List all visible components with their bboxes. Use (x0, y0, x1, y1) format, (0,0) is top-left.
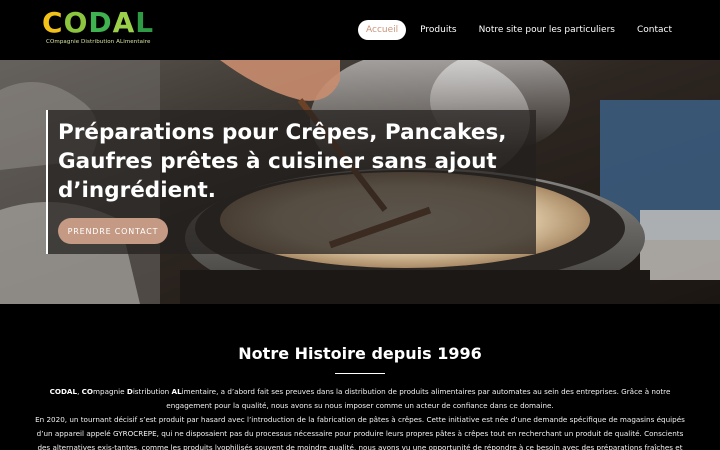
hero-card: Préparations pour Crêpes, Pancakes, Gauf… (46, 110, 536, 254)
nav-item-accueil[interactable]: Accueil (358, 20, 407, 40)
title-divider (335, 373, 385, 374)
history-text: CODAL, COmpagnie Distribution ALimentair… (34, 385, 686, 450)
history-title: Notre Histoire depuis 1996 (238, 344, 482, 363)
brand-name: CODAL (49, 387, 78, 396)
hero-section: Préparations pour Crêpes, Pancakes, Gauf… (0, 60, 720, 304)
nav-item-produits[interactable]: Produits (412, 20, 464, 40)
nav-item-contact[interactable]: Contact (629, 20, 680, 40)
logo-wordmark: CODAL (42, 6, 155, 39)
codal-logo[interactable]: CODAL COmpagnie Distribution ALimentaire (42, 6, 155, 48)
hero-title: Préparations pour Crêpes, Pancakes, Gauf… (58, 120, 507, 203)
logo-tagline: COmpagnie Distribution ALimentaire (46, 39, 151, 45)
contact-cta-button[interactable]: PRENDRE CONTACT (58, 218, 168, 244)
main-nav: Accueil Produits Notre site pour les par… (358, 20, 680, 40)
nav-item-particuliers[interactable]: Notre site pour les particuliers (471, 20, 623, 40)
history-paragraph-2: En 2020, un tournant décisif s’est produ… (35, 415, 685, 450)
history-section: Notre Histoire depuis 1996 CODAL, COmpag… (0, 304, 720, 450)
site-header: CODAL COmpagnie Distribution ALimentaire… (0, 0, 720, 60)
history-paragraph-1: CODAL, COmpagnie Distribution ALimentair… (49, 387, 671, 410)
